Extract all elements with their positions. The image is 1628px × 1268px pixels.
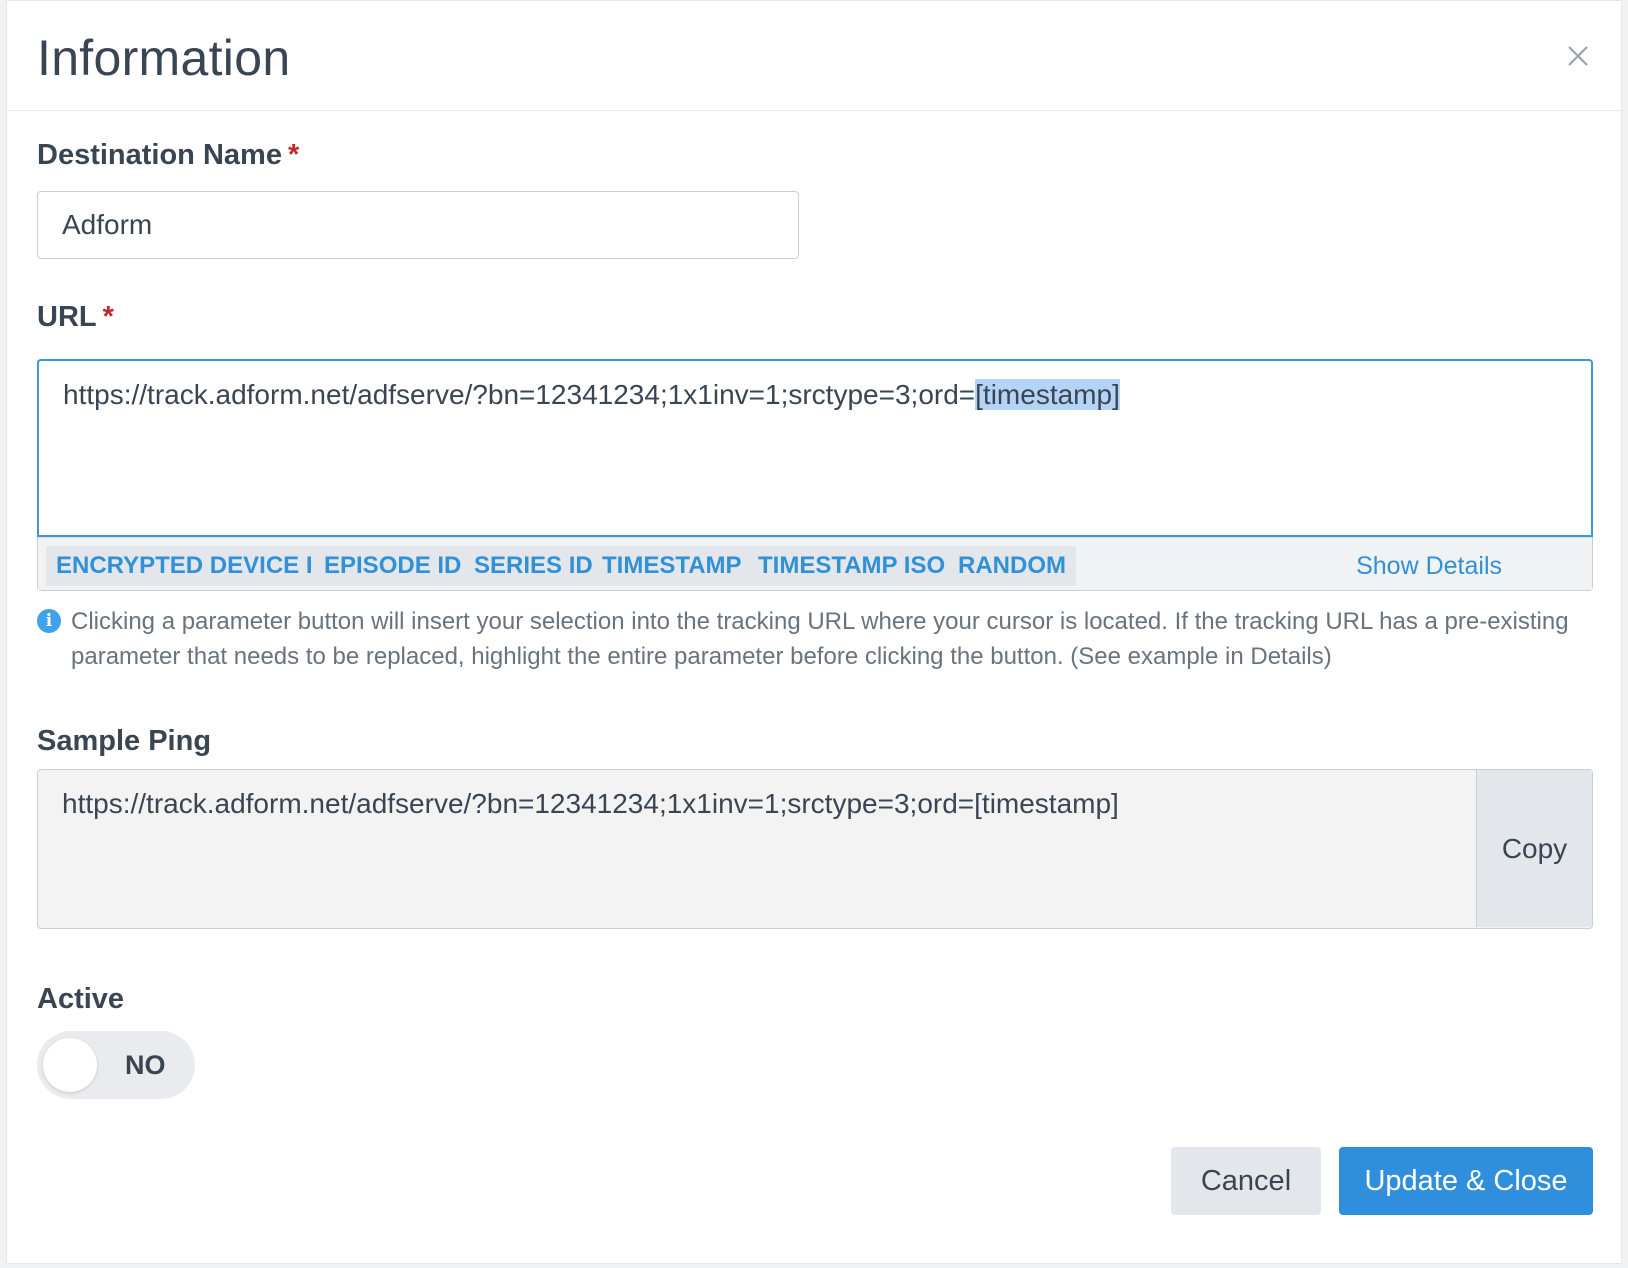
- url-field-group: https://track.adform.net/adfserve/?bn=12…: [37, 359, 1593, 591]
- sample-ping-box: https://track.adform.net/adfserve/?bn=12…: [37, 769, 1593, 929]
- modal-header: Information: [7, 1, 1621, 111]
- param-button-encrypted-device-ip[interactable]: ENCRYPTED DEVICE IP: [46, 546, 339, 586]
- show-details-link[interactable]: Show Details: [1356, 546, 1502, 586]
- param-button-series-id[interactable]: SERIES ID: [464, 546, 603, 586]
- param-button-episode-id[interactable]: EPISODE ID: [314, 546, 472, 586]
- modal-title: Information: [37, 30, 291, 86]
- close-icon[interactable]: [1563, 41, 1593, 71]
- sample-ping-value: https://track.adform.net/adfserve/?bn=12…: [62, 788, 1119, 819]
- param-button-timestamp[interactable]: TIMESTAMP: [592, 546, 752, 586]
- active-toggle[interactable]: NO: [37, 1031, 195, 1099]
- sample-ping-label: Sample Ping: [37, 725, 212, 757]
- toggle-state-label: NO: [125, 1050, 166, 1080]
- destination-name-label-text: Destination Name: [37, 139, 282, 171]
- copy-button[interactable]: Copy: [1476, 770, 1592, 927]
- parameter-bar: ENCRYPTED DEVICE IP EPISODE ID SERIES ID…: [38, 537, 1592, 590]
- info-icon: i: [37, 609, 61, 633]
- param-button-random[interactable]: RANDOM: [948, 546, 1076, 586]
- url-text: https://track.adform.net/adfserve/?bn=12…: [63, 379, 976, 410]
- url-selected-text: [timestamp]: [975, 379, 1120, 410]
- toggle-knob: [43, 1038, 97, 1092]
- cancel-button[interactable]: Cancel: [1171, 1147, 1321, 1215]
- parameter-help-text: Clicking a parameter button will insert …: [71, 608, 1569, 670]
- update-close-button[interactable]: Update & Close: [1339, 1147, 1593, 1215]
- param-button-timestamp-iso[interactable]: TIMESTAMP ISO: [748, 546, 956, 586]
- url-label-text: URL: [37, 301, 97, 333]
- url-label: URL *: [37, 301, 114, 334]
- destination-name-input[interactable]: [37, 191, 799, 259]
- url-textarea[interactable]: https://track.adform.net/adfserve/?bn=12…: [37, 359, 1593, 537]
- active-label: Active: [37, 983, 125, 1015]
- information-modal: Information Destination Name* URL* https…: [6, 0, 1622, 1264]
- required-marker: *: [287, 139, 300, 171]
- destination-name-label: Destination Name *: [37, 139, 299, 172]
- required-marker: *: [102, 301, 114, 333]
